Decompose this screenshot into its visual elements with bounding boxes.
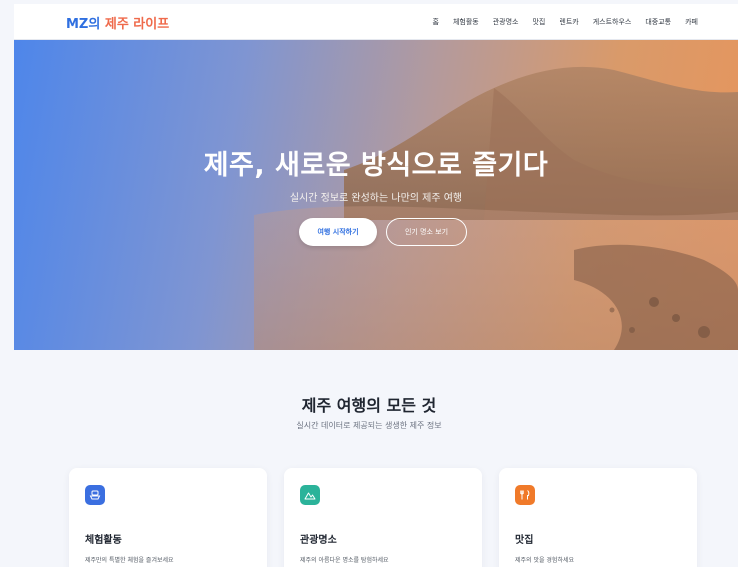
card-description: 제주의 맛을 경험하세요 xyxy=(515,557,575,564)
page: MZ의 제주 라이프 홈 체험활동 관광명소 맛집 렌트카 게스트하우스 대중교… xyxy=(0,0,738,567)
card-title: 체험활동 xyxy=(85,535,122,546)
card-attractions[interactable]: 관광명소 제주의 아름다운 명소를 탐험하세요 xyxy=(284,468,482,567)
section-subtitle: 실시간 데이터로 제공되는 생생한 제주 정보 xyxy=(296,421,442,430)
mountain-icon xyxy=(300,485,320,505)
card-title: 관광명소 xyxy=(300,535,337,546)
hero-banner: 제주, 새로운 방식으로 즐기다 실시간 정보로 완성하는 나만의 제주 여행 … xyxy=(14,40,738,350)
card-title: 맛집 xyxy=(515,535,534,546)
hero-subtitle: 실시간 정보로 완성하는 나만의 제주 여행 xyxy=(289,193,463,204)
fork-knife-icon xyxy=(515,485,535,505)
nav-rentcar[interactable]: 렌트카 xyxy=(559,17,578,27)
card-activities[interactable]: 체험활동 제주만의 특별한 체험을 즐겨보세요 xyxy=(69,468,267,567)
card-restaurants[interactable]: 맛집 제주의 맛을 경험하세요 xyxy=(499,468,697,567)
nav-guesthouse[interactable]: 게스트하우스 xyxy=(593,17,632,27)
nav-activities[interactable]: 체험활동 xyxy=(453,17,479,27)
hero-title: 제주, 새로운 방식으로 즐기다 xyxy=(203,150,549,181)
nav-home[interactable]: 홈 xyxy=(433,17,439,27)
logo-prefix: MZ의 xyxy=(66,17,101,32)
nav-transit[interactable]: 대중교통 xyxy=(645,17,671,27)
card-description: 제주의 아름다운 명소를 탐험하세요 xyxy=(300,557,389,564)
nav-cafe[interactable]: 카페 xyxy=(685,17,698,27)
nav-restaurants[interactable]: 맛집 xyxy=(532,17,545,27)
card-description: 제주만의 특별한 체험을 즐겨보세요 xyxy=(85,557,174,564)
nav-attractions[interactable]: 관광명소 xyxy=(493,17,519,27)
main-nav: 홈 체험활동 관광명소 맛집 렌트카 게스트하우스 대중교통 카페 xyxy=(433,17,699,27)
site-logo[interactable]: MZ의 제주 라이프 xyxy=(66,13,169,32)
ship-icon xyxy=(85,485,105,505)
start-trip-button[interactable]: 여행 시작하기 xyxy=(299,218,377,246)
top-navbar: MZ의 제주 라이프 홈 체험활동 관광명소 맛집 렌트카 게스트하우스 대중교… xyxy=(14,4,738,40)
popular-spots-button[interactable]: 인기 명소 보기 xyxy=(386,218,467,246)
logo-accent: 제주 라이프 xyxy=(104,17,170,32)
section-title: 제주 여행의 모든 것 xyxy=(301,396,437,415)
